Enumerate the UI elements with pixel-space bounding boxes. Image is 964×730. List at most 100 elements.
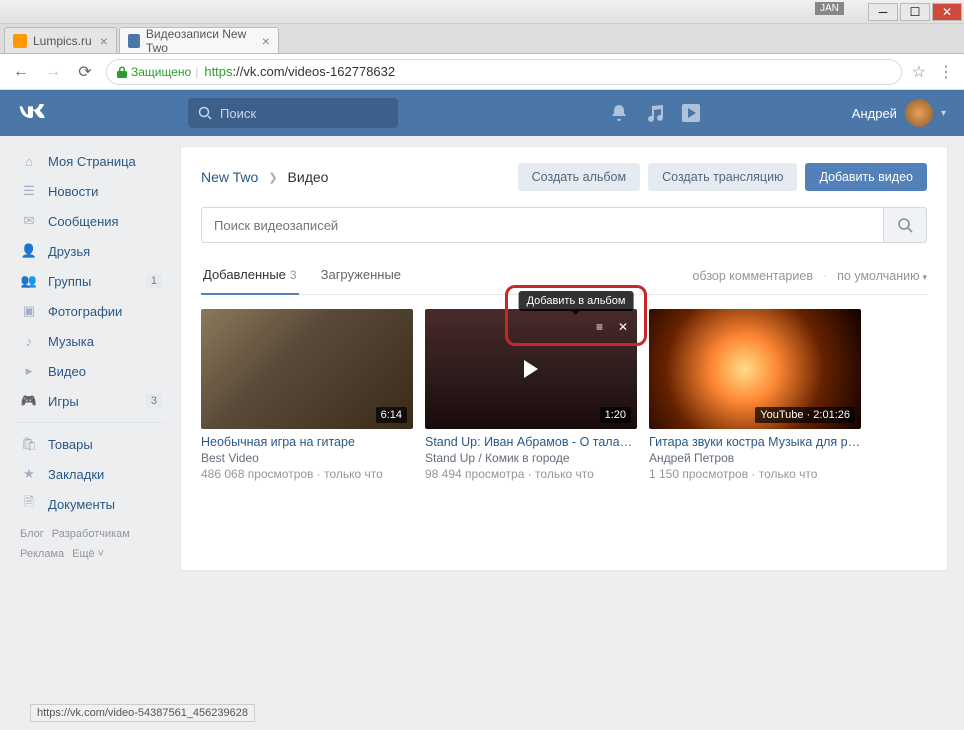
tab-uploaded[interactable]: Загруженные	[319, 257, 403, 294]
games-icon: 🎮	[20, 392, 38, 410]
news-icon: ☰	[20, 182, 38, 200]
search-row	[201, 207, 927, 243]
video-card[interactable]: 1:20 Stand Up: Иван Абрамов - О таланте …	[425, 309, 637, 481]
sidebar-item-video[interactable]: ▸Видео	[16, 356, 166, 386]
chevron-down-icon: ▾	[941, 108, 946, 119]
lock-icon	[117, 66, 127, 78]
chevron-down-icon: ▾	[922, 272, 927, 282]
message-icon: ✉	[20, 212, 38, 230]
sidebar-item-messages[interactable]: ✉Сообщения	[16, 206, 166, 236]
search-icon	[198, 106, 212, 120]
duration-badge: 1:20	[600, 407, 631, 423]
sidebar-item-groups[interactable]: 👥Группы1	[16, 266, 166, 296]
jan-badge: JAN	[815, 2, 844, 15]
header-icons	[550, 104, 700, 122]
page-actions: Создать альбом Создать трансляцию Добави…	[518, 163, 927, 191]
video-card[interactable]: YouTube · 2:01:26 Гитара звуки костра Му…	[649, 309, 861, 481]
sidebar-item-games[interactable]: 🎮Игры3	[16, 386, 166, 416]
addr-actions: ☆ ⋮	[912, 62, 954, 82]
breadcrumb-group[interactable]: New Two	[201, 169, 258, 185]
browser-tabs: Lumpics.ru × Видеозаписи New Two ×	[0, 24, 964, 54]
video-source[interactable]: Best Video	[201, 451, 413, 465]
vk-header: Поиск Андрей ▾	[0, 90, 964, 136]
secure-indicator: Защищено |	[117, 65, 198, 79]
avatar	[905, 99, 933, 127]
footer-link[interactable]: Блог	[20, 528, 44, 540]
sidebar-item-photos[interactable]: ▣Фотографии	[16, 296, 166, 326]
menu-icon[interactable]: ⋮	[938, 62, 954, 82]
separator	[16, 422, 166, 423]
video-meta: 486 068 просмотров · только что	[201, 467, 413, 481]
content-tabs: Добавленные3 Загруженные обзор комментар…	[201, 257, 927, 295]
thumbnail[interactable]: YouTube · 2:01:26	[649, 309, 861, 429]
sidebar-item-music[interactable]: ♪Музыка	[16, 326, 166, 356]
market-icon: 🛍	[20, 435, 38, 453]
close-icon[interactable]: ×	[262, 33, 270, 49]
sidebar-item-friends[interactable]: 👤Друзья	[16, 236, 166, 266]
comments-link[interactable]: обзор комментариев	[692, 269, 812, 283]
duration-badge: 6:14	[376, 407, 407, 423]
video-source[interactable]: Андрей Петров	[649, 451, 861, 465]
tab-favicon-icon	[13, 34, 27, 48]
window-close[interactable]: ✕	[932, 3, 962, 21]
photos-icon: ▣	[20, 302, 38, 320]
bell-icon[interactable]	[610, 104, 628, 122]
video-search-input[interactable]	[201, 207, 883, 243]
create-album-button[interactable]: Создать альбом	[518, 163, 640, 191]
search-icon	[897, 217, 913, 233]
thumbnail[interactable]: 6:14	[201, 309, 413, 429]
main-content: New Two ❯ Видео Создать альбом Создать т…	[180, 146, 948, 571]
video-card[interactable]: 6:14 Необычная игра на гитаре Best Video…	[201, 309, 413, 481]
add-video-button[interactable]: Добавить видео	[805, 163, 927, 191]
badge: 1	[146, 274, 162, 288]
breadcrumb-current: Видео	[288, 169, 329, 185]
sidebar-item-mypage[interactable]: ⌂Моя Страница	[16, 146, 166, 176]
status-bar: https://vk.com/video-54387561_456239628	[30, 704, 255, 722]
window-minimize[interactable]: ─	[868, 3, 898, 21]
browser-tab-vk[interactable]: Видеозаписи New Two ×	[119, 27, 279, 53]
thumbnail[interactable]: 1:20	[425, 309, 637, 429]
video-title[interactable]: Stand Up: Иван Абрамов - О таланте иг…	[425, 435, 637, 449]
video-grid: 6:14 Необычная игра на гитаре Best Video…	[201, 309, 927, 481]
vk-logo-icon[interactable]	[18, 104, 48, 122]
back-button[interactable]: ←	[10, 61, 32, 83]
window-maximize[interactable]: ☐	[900, 3, 930, 21]
footer-link[interactable]: Ещё ˅	[72, 548, 104, 560]
forward-button[interactable]: →	[42, 61, 64, 83]
tab-added[interactable]: Добавленные3	[201, 257, 299, 294]
home-icon: ⌂	[20, 152, 38, 170]
play-icon[interactable]	[682, 104, 700, 122]
create-stream-button[interactable]: Создать трансляцию	[648, 163, 797, 191]
video-source[interactable]: Stand Up / Комик в городе	[425, 451, 637, 465]
video-meta: 1 150 просмотров · только что	[649, 467, 861, 481]
address-bar: ← → ⟳ Защищено | https://vk.com/videos-1…	[0, 54, 964, 90]
reload-button[interactable]: ⟳	[74, 61, 96, 83]
sidebar-item-market[interactable]: 🛍Товары	[16, 429, 166, 459]
sidebar-footer: Блог Разработчикам Реклама Ещё ˅	[16, 519, 166, 571]
video-icon: ▸	[20, 362, 38, 380]
tab-title: Видеозаписи New Two	[146, 27, 254, 55]
user-menu[interactable]: Андрей ▾	[852, 99, 946, 127]
sidebar-item-docs[interactable]: 🗎Документы	[16, 489, 166, 519]
browser-tab-lumpics[interactable]: Lumpics.ru ×	[4, 27, 117, 53]
groups-icon: 👥	[20, 272, 38, 290]
friends-icon: 👤	[20, 242, 38, 260]
sidebar-item-bookmarks[interactable]: ★Закладки	[16, 459, 166, 489]
url-input[interactable]: Защищено | https://vk.com/videos-1627786…	[106, 59, 902, 85]
duration-badge: YouTube · 2:01:26	[755, 407, 855, 423]
footer-link[interactable]: Реклама	[20, 548, 64, 560]
star-icon[interactable]: ☆	[912, 62, 926, 82]
video-title[interactable]: Необычная игра на гитаре	[201, 435, 413, 449]
close-icon[interactable]: ×	[100, 33, 108, 49]
sort-dropdown[interactable]: по умолчанию▾	[837, 269, 927, 283]
sidebar-item-news[interactable]: ☰Новости	[16, 176, 166, 206]
search-button[interactable]	[883, 207, 927, 243]
docs-icon: 🗎	[20, 495, 38, 513]
footer-link[interactable]: Разработчикам	[52, 528, 130, 540]
badge: 3	[146, 394, 162, 408]
music-icon[interactable]	[646, 104, 664, 122]
sidebar: ⌂Моя Страница ☰Новости ✉Сообщения 👤Друзь…	[16, 146, 166, 571]
video-title[interactable]: Гитара звуки костра Музыка для разм…	[649, 435, 861, 449]
vk-search-input[interactable]: Поиск	[188, 98, 398, 128]
play-icon	[524, 360, 538, 378]
